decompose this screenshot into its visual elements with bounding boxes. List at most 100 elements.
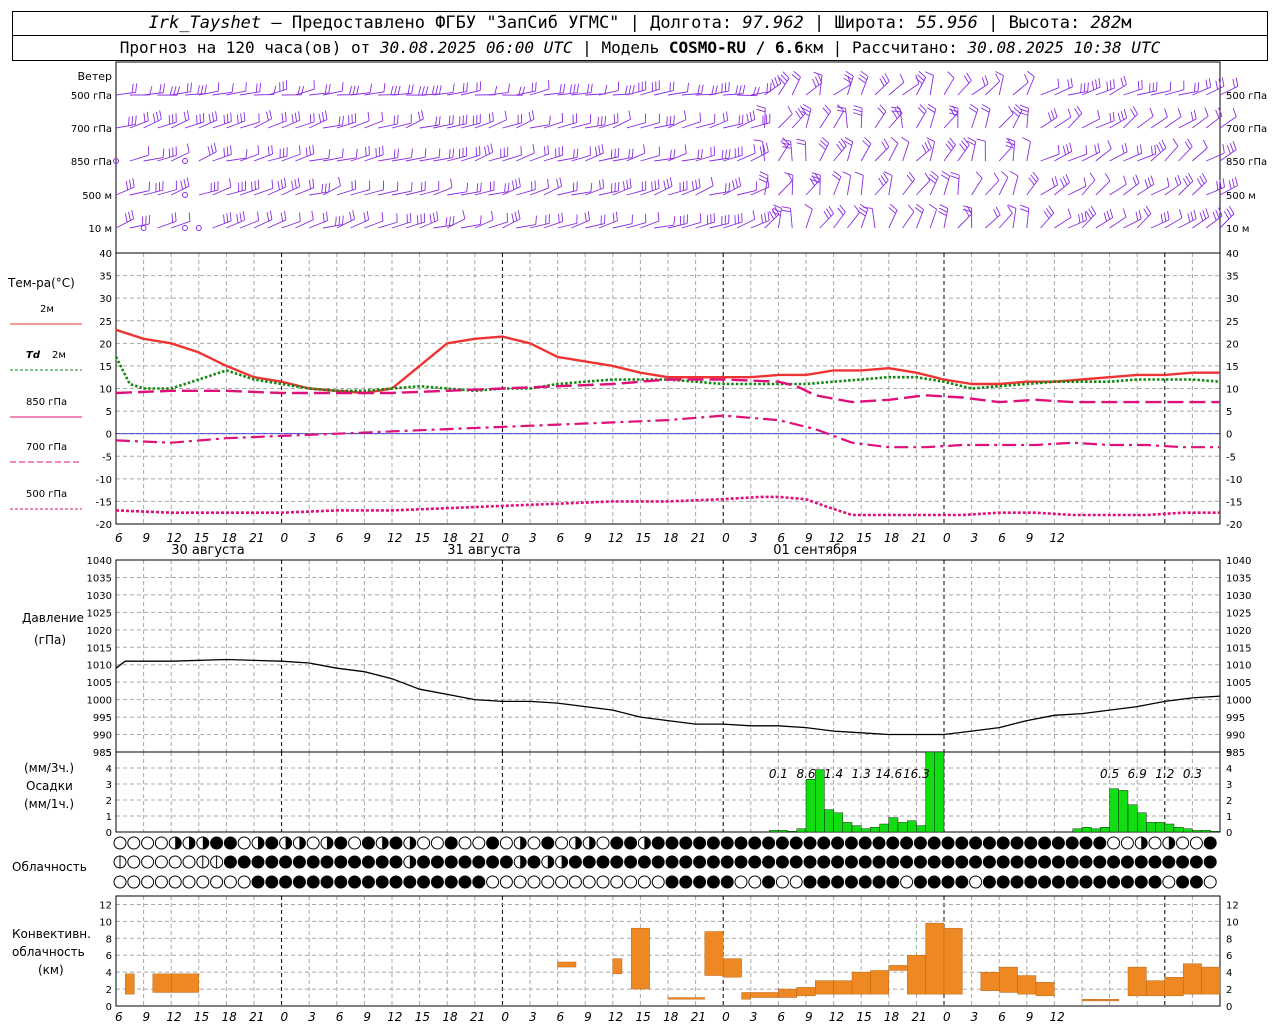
wind-barb-feather <box>721 83 723 93</box>
precip-bar <box>1109 788 1119 833</box>
cloud-cover-symbol <box>486 855 500 869</box>
x-tick-label-bottom: 18 <box>442 1010 458 1024</box>
wind-barb-feather <box>321 112 325 122</box>
wind-barb-feather <box>1121 144 1125 154</box>
wind-barb-feather <box>695 179 698 189</box>
x-tick-label-bottom: 3 <box>308 1010 316 1024</box>
wind-barb-feather <box>230 145 232 155</box>
convective-bar <box>1146 980 1166 997</box>
wind-barb <box>115 218 134 229</box>
x-tick-label: 0 <box>722 531 730 545</box>
cloud-cover-symbol <box>693 836 707 850</box>
convective-bar <box>170 973 199 993</box>
y-tick-label-left: 1 <box>106 812 112 823</box>
cloud-cover-symbol <box>706 875 720 889</box>
wind-barb-feather <box>599 180 601 190</box>
wind-barb-feather <box>381 111 384 121</box>
wind-barb-feather <box>1084 211 1087 221</box>
wind-barb <box>902 142 910 162</box>
cloud-cover-symbol <box>596 855 610 869</box>
wind-barb-feather <box>600 116 603 126</box>
wind-barb <box>571 191 592 196</box>
cloud-cover-symbol <box>168 875 182 889</box>
wind-barb-feather <box>291 114 294 124</box>
wind-barb-feather <box>1069 142 1073 152</box>
wind-barb-feather <box>466 82 468 92</box>
wind-barb <box>833 176 842 196</box>
wind-barb-feather <box>338 116 341 126</box>
wind-barb-feather <box>393 149 396 159</box>
x-tick-label-bottom: 21 <box>691 1010 706 1024</box>
wind-barb-feather <box>129 179 132 189</box>
wind-barb-feather <box>378 146 381 156</box>
x-tick-label: 3 <box>308 531 316 545</box>
cloud-cover-symbol <box>969 875 983 889</box>
cloud-cover-symbol <box>941 855 955 869</box>
wind-barb <box>529 88 550 96</box>
wind-barb <box>805 82 822 96</box>
wind-barb-feather <box>764 212 767 222</box>
cloud-cover-symbol <box>320 855 334 869</box>
wind-barb <box>874 146 890 162</box>
cloud-cover-symbol <box>1134 855 1148 869</box>
wind-barb-feather <box>452 83 455 93</box>
cloud-cover-symbol <box>458 855 472 869</box>
wind-barb-feather <box>125 180 129 191</box>
wind-barb-feather <box>995 206 1001 216</box>
x-tick-label: 15 <box>636 531 651 545</box>
wind-barb <box>971 83 989 96</box>
y-tick-label-left: 2 <box>106 985 112 996</box>
wind-barb-feather <box>1095 79 1098 89</box>
wind-barb-feather <box>663 180 667 190</box>
wind-barb-feather <box>226 113 229 123</box>
cloud-cover-symbol <box>527 875 541 889</box>
y-tick-label-right: 1030 <box>1226 591 1251 602</box>
wind-barb <box>860 76 869 96</box>
wind-barb-feather <box>438 85 442 95</box>
wind-barb-feather <box>1097 109 1101 119</box>
cloud-cover-symbol <box>568 875 582 889</box>
wind-barb-feather <box>669 177 673 187</box>
convective-bar <box>1182 963 1202 995</box>
wind-barb-feather <box>601 144 604 154</box>
cloud-cover-symbol <box>334 836 348 850</box>
cloud-cover-symbol <box>624 875 638 889</box>
precip-bar <box>925 751 935 833</box>
wind-barb <box>957 144 970 162</box>
wind-barb <box>998 75 1004 96</box>
wind-barb-feather <box>393 85 398 95</box>
cloud-cover-symbol <box>775 855 789 869</box>
wind-barb-feather <box>590 182 593 192</box>
wind-barb-feather <box>1006 137 1015 142</box>
wind-barb-feather <box>267 146 270 156</box>
wind-barb-feather <box>1106 81 1109 91</box>
wind-barb-feather <box>1143 208 1149 217</box>
wind-barb-feather <box>981 104 991 110</box>
cloud-cover-symbol <box>789 875 803 889</box>
wind-barb-feather <box>338 176 341 186</box>
wind-barb-feather <box>462 209 466 219</box>
wind-barb-feather <box>587 211 591 221</box>
wind-barb-feather <box>1048 205 1055 214</box>
wind-barb <box>888 175 893 196</box>
wind-barb-feather <box>490 143 494 153</box>
wind-barb-feather <box>622 181 625 191</box>
cloud-cover-symbol <box>693 875 707 889</box>
cloud-cover-symbol <box>375 855 389 869</box>
y-tick-label-right: 40 <box>1226 249 1239 260</box>
wind-barb-feather <box>759 171 769 176</box>
cloud-cover-symbol <box>582 875 596 889</box>
wind-barb-feather <box>767 211 770 221</box>
legend-label: 500 гПа <box>26 489 67 500</box>
wind-barb-feather <box>128 211 131 221</box>
wind-barb-feather <box>1226 145 1231 154</box>
cloud-cover-symbol <box>141 836 155 850</box>
wind-barb-feather <box>547 179 549 189</box>
wind-barb <box>888 209 898 229</box>
cloud-cover-symbol <box>141 855 155 869</box>
wind-barb-feather <box>452 216 455 226</box>
wind-barb-feather <box>531 82 534 92</box>
wind-barb <box>267 219 287 229</box>
wind-barb-feather <box>215 111 218 121</box>
wind-barb-feather <box>981 77 986 87</box>
